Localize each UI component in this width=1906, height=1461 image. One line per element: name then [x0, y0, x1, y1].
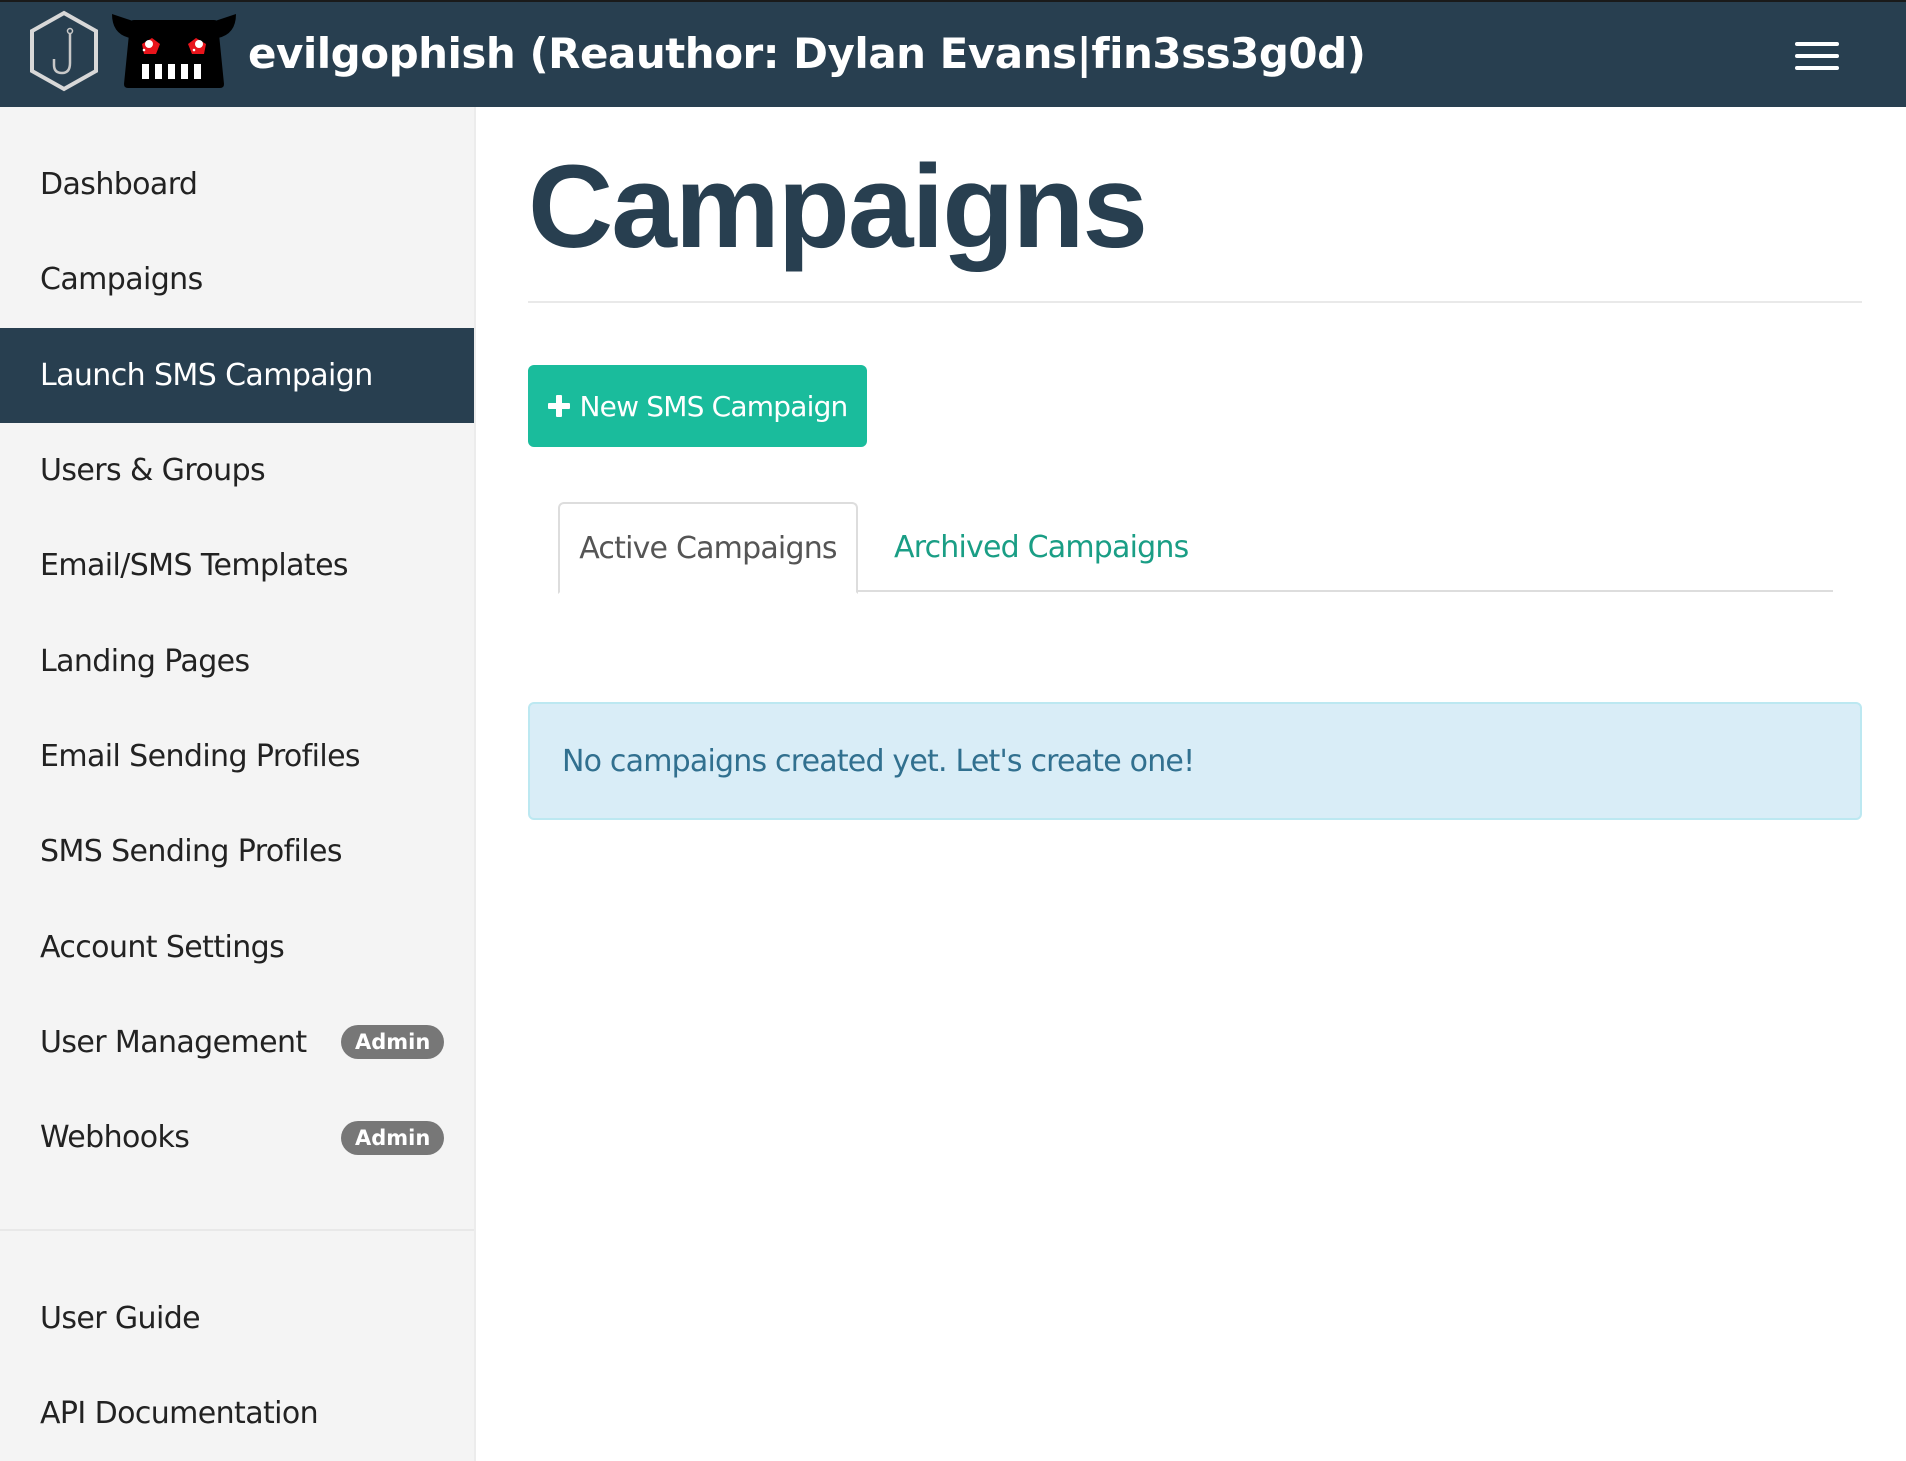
brand-title[interactable]: evilgophish (Reauthor: Dylan Evans|fin3s… — [248, 28, 1366, 80]
sidebar-item-sms-sending-profiles[interactable]: SMS Sending Profiles — [0, 804, 474, 899]
empty-campaigns-alert: No campaigns created yet. Let's create o… — [528, 702, 1862, 820]
admin-badge: Admin — [341, 1025, 445, 1060]
sidebar-item-label: User Guide — [40, 1301, 201, 1337]
new-sms-campaign-button[interactable]: New SMS Campaign — [528, 365, 867, 447]
sidebar-item-label: Campaigns — [40, 262, 203, 298]
tab-archived-campaigns[interactable]: Archived Campaigns — [894, 502, 1189, 592]
new-sms-campaign-label: New SMS Campaign — [579, 389, 849, 423]
sidebar-item-label: API Documentation — [40, 1396, 319, 1432]
plus-icon — [547, 395, 570, 417]
hook-hexagon-icon[interactable] — [26, 9, 102, 93]
sidebar-item-label: Email/SMS Templates — [40, 548, 349, 584]
sidebar-item-label: Email Sending Profiles — [40, 738, 361, 774]
tab-active-campaigns[interactable]: Active Campaigns — [558, 502, 858, 594]
alert-text: No campaigns created yet. Let's create o… — [562, 743, 1195, 779]
sidebar-item-label: Landing Pages — [40, 643, 250, 679]
title-divider — [528, 301, 1862, 303]
sidebar-item-label: Account Settings — [40, 929, 285, 965]
sidebar-item-label: User Management — [40, 1024, 307, 1060]
sidebar-item-label: Dashboard — [40, 167, 198, 203]
sidebar-item-account-settings[interactable]: Account Settings — [0, 899, 474, 994]
sidebar-divider — [0, 1229, 474, 1231]
hamburger-bar — [1795, 66, 1839, 70]
sidebar-item-webhooks[interactable]: Webhooks Admin — [0, 1090, 474, 1185]
sidebar-item-label: Launch SMS Campaign — [40, 357, 373, 393]
sidebar-item-landing-pages[interactable]: Landing Pages — [0, 613, 474, 708]
sidebar: Dashboard Campaigns Launch SMS Campaign … — [0, 107, 476, 1461]
sidebar-item-label: Webhooks — [40, 1120, 190, 1156]
sidebar-item-email-sending-profiles[interactable]: Email Sending Profiles — [0, 709, 474, 804]
sidebar-item-templates[interactable]: Email/SMS Templates — [0, 518, 474, 613]
evil-gopher-icon — [112, 14, 236, 88]
sidebar-item-campaigns[interactable]: Campaigns — [0, 232, 474, 327]
sidebar-item-label: Users & Groups — [40, 453, 266, 489]
hamburger-menu-icon[interactable] — [1790, 38, 1842, 72]
campaign-tabs: Active Campaigns Archived Campaigns — [558, 502, 1833, 594]
sidebar-item-api-documentation[interactable]: API Documentation — [0, 1366, 474, 1461]
sidebar-secondary-nav: User Guide API Documentation — [0, 1271, 474, 1461]
page-title: Campaigns — [528, 141, 1148, 273]
sidebar-item-launch-sms-campaign[interactable]: Launch SMS Campaign — [0, 327, 474, 423]
sidebar-item-users-groups[interactable]: Users & Groups — [0, 423, 474, 518]
sidebar-nav: Dashboard Campaigns Launch SMS Campaign … — [0, 137, 474, 1185]
hamburger-bar — [1795, 54, 1839, 58]
sidebar-item-label: SMS Sending Profiles — [40, 834, 343, 870]
admin-badge: Admin — [341, 1120, 445, 1155]
sidebar-item-user-management[interactable]: User Management Admin — [0, 995, 474, 1090]
top-navbar: evilgophish (Reauthor: Dylan Evans|fin3s… — [0, 0, 1906, 107]
hamburger-bar — [1795, 42, 1839, 46]
sidebar-item-dashboard[interactable]: Dashboard — [0, 137, 474, 232]
sidebar-item-user-guide[interactable]: User Guide — [0, 1271, 474, 1366]
